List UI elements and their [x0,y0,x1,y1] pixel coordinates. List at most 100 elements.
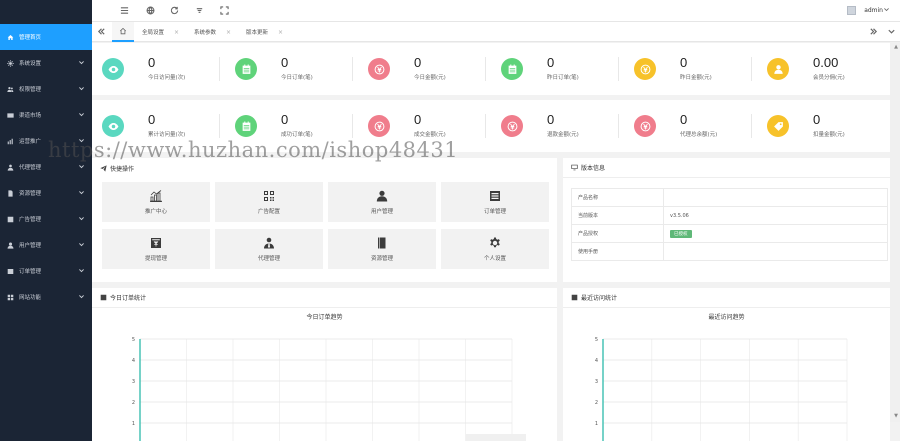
divider [751,114,752,138]
y-tick-label: 4 [132,358,135,364]
stat-label: 会员分佣(元) [813,75,845,81]
sidebar-item[interactable]: 网站功能 [0,284,92,310]
sidebar-item-label: 代理管理 [19,165,42,171]
visit-stats-panel: 最近访问统计 最近访问趋势 1 2 3 4 5 [563,288,890,441]
page-scrollbar[interactable] [890,42,900,422]
stat-card: 0 代理总余额(元) [624,100,756,152]
quick-action-button[interactable]: 广告配置 [215,182,323,222]
user-menu[interactable]: admin [847,6,890,15]
stat-label: 扣量金额(元) [813,132,845,138]
quick-action-button[interactable]: 个人设置 [441,229,549,269]
stat-label: 今日访问量(次) [148,75,186,81]
clear-icon[interactable] [195,6,204,15]
quick-action-button[interactable]: 代理管理 [215,229,323,269]
tab-global-settings[interactable]: 全局设置 × [142,22,179,42]
stat-card: 0 今日访问量(次) [92,43,224,95]
money-icon [634,58,656,80]
y-tick-label: 4 [595,358,598,364]
chevron-down-icon [78,267,86,275]
chevron-down-icon [78,59,86,67]
quick-action-button[interactable]: 提现管理 [102,229,210,269]
tab-prev-icon[interactable] [97,27,107,37]
money-icon [368,115,390,137]
table-row: 产品名称 [571,188,888,207]
order-list-icon [490,190,500,201]
close-icon[interactable]: × [278,29,283,36]
table-row: 当前版本 v3.5.06 [571,206,888,225]
sidebar-item[interactable]: 用户管理 [0,232,92,258]
stat-value: 0 [414,112,422,127]
y-tick-label: 1 [595,421,598,427]
visit-trend-chart: 1 2 3 4 5 [595,337,848,441]
stat-value: 0 [813,112,821,127]
grid-icon [6,293,14,301]
chevron-down-icon [883,6,890,15]
version-info-panel: 版本信息 产品名称 当前版本 v3.5.06 产品授权 已授权 使用手册 [563,158,890,282]
money-icon [634,115,656,137]
tab-label: 系统参数 [194,30,217,36]
refresh-icon[interactable] [170,6,179,15]
stat-card: 0.00 会员分佣(元) [757,43,889,95]
eye-icon [102,58,124,80]
calendar-icon [235,115,257,137]
quick-action-button[interactable]: 资源管理 [328,229,436,269]
scroll-down-icon[interactable]: ▼ [894,413,898,419]
chevron-down-icon [78,85,86,93]
sidebar-item-label: 网站功能 [19,295,42,301]
y-tick-label: 2 [595,400,598,406]
order-trend-chart: 1 2 3 4 5 [132,337,513,441]
globe-icon[interactable] [146,6,155,15]
scroll-up-icon[interactable]: ▲ [894,44,898,50]
close-icon[interactable]: × [174,29,179,36]
stat-value: 0 [148,55,156,70]
file-icon [6,189,14,197]
bottom-handle [466,434,526,441]
sidebar-item[interactable]: 权限管理 [0,76,92,102]
book-icon [378,237,386,248]
calendar-icon [501,58,523,80]
order-stats-panel: 今日订单统计 今日订单趋势 1 2 3 4 5 [92,288,557,441]
y-tick-label: 5 [595,337,598,343]
quick-action-button[interactable]: 订单管理 [441,182,549,222]
card-icon [6,111,14,119]
menu-icon[interactable] [120,6,129,15]
divider [352,114,353,138]
version-value-cell: 已授权 [663,224,888,243]
user-name: admin [864,7,883,14]
tab-label: 版本更新 [246,30,269,36]
stat-label: 退款金额(元) [547,132,579,138]
tab-version-update[interactable]: 版本更新 × [246,22,283,42]
tab-next-icon[interactable] [869,27,879,37]
chevron-down-icon [78,215,86,223]
chevron-down-icon [78,241,86,249]
quick-action-button[interactable]: 用户管理 [328,182,436,222]
quick-actions-panel: 快捷操作 推广中心 广告配置 用户管理 订单管理 提现管理 代理管理 资源管理 个人设置 [92,158,557,282]
stat-label: 昨日金额(元) [680,75,712,81]
gear-icon [490,237,500,247]
tab-home[interactable] [112,22,134,42]
version-key: 当前版本 [571,206,664,225]
fullscreen-icon[interactable] [220,6,229,15]
y-tick-label: 1 [132,421,135,427]
tab-menu-chevron-icon[interactable] [887,27,897,37]
stat-card: 0 今日金额(元) [358,43,490,95]
quick-action-label: 个人设置 [483,255,506,262]
home-icon [6,33,14,41]
sidebar-item[interactable]: 广告管理 [0,206,92,232]
sidebar-item[interactable]: 管理首页 [0,24,92,50]
chevron-down-icon [78,163,86,171]
sidebar-item[interactable]: 订单管理 [0,258,92,284]
sidebar-item[interactable]: 系统设置 [0,50,92,76]
close-icon[interactable]: × [226,29,231,36]
watermark-text: https://www.huzhan.com/ishop48431 [48,138,459,162]
version-key: 产品授权 [571,224,664,243]
top-header: admin [92,0,900,22]
panel-title-text: 最近访问统计 [581,295,618,302]
version-value: v3.5.06 [670,212,689,219]
chart-bars-icon [150,189,162,202]
sidebar-item[interactable]: 资源管理 [0,180,92,206]
sidebar-item[interactable]: 渠道市场 [0,102,92,128]
tab-system-params[interactable]: 系统参数 × [194,22,231,42]
divider [485,57,486,81]
quick-action-button[interactable]: 推广中心 [102,182,210,222]
